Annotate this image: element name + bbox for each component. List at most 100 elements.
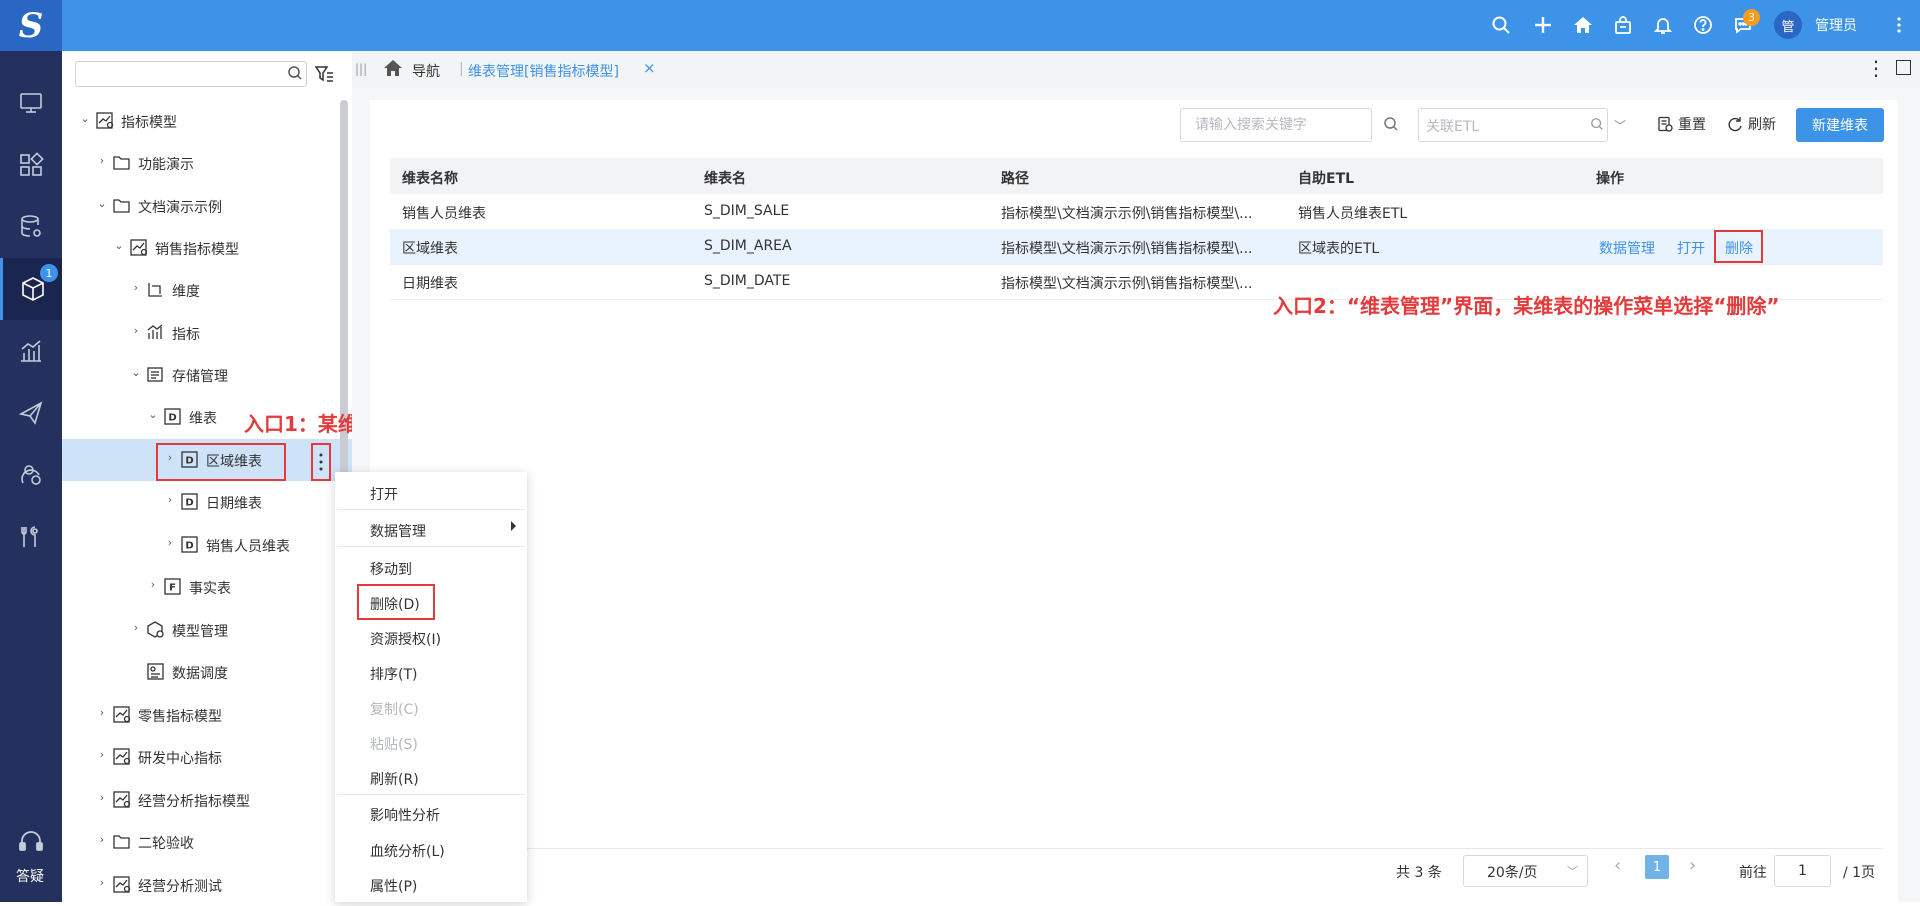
- search-icon[interactable]: [287, 65, 303, 81]
- headset-icon[interactable]: [17, 828, 45, 856]
- menu-item-open[interactable]: 打开: [370, 484, 398, 504]
- open-link[interactable]: 打开: [1677, 238, 1705, 258]
- tree-item[interactable]: ⌄ 存储管理: [62, 354, 352, 396]
- dimension-icon: [146, 280, 165, 299]
- folder-icon: [112, 153, 131, 172]
- database-icon[interactable]: [0, 196, 62, 258]
- refresh-button[interactable]: 刷新: [1727, 114, 1776, 134]
- tree-item[interactable]: › 模型管理: [62, 609, 352, 651]
- filter-icon[interactable]: [314, 64, 334, 84]
- menu-item-impact-analysis[interactable]: 影响性分析: [370, 805, 440, 825]
- tree-item-label: 维度: [172, 284, 200, 300]
- current-page[interactable]: 1: [1645, 855, 1669, 879]
- apps-icon[interactable]: [0, 134, 62, 196]
- chart-icon[interactable]: [0, 320, 62, 382]
- tree-item[interactable]: › 研发中心指标: [62, 736, 352, 778]
- storage-icon: [146, 365, 165, 384]
- plus-icon[interactable]: [1530, 12, 1556, 38]
- menu-item-refresh[interactable]: 刷新(R): [370, 769, 419, 789]
- more-icon[interactable]: [1886, 12, 1912, 38]
- tree-item[interactable]: ⌄ 文档演示示例: [62, 185, 352, 227]
- data-manage-link[interactable]: 数据管理: [1599, 238, 1655, 258]
- column-header: 自助ETL: [1298, 171, 1355, 187]
- send-icon[interactable]: [0, 382, 62, 444]
- new-dimension-table-button[interactable]: 新建维表: [1796, 108, 1884, 142]
- tab-nav[interactable]: 导航: [412, 61, 440, 81]
- tree-item[interactable]: › D 日期维表: [62, 481, 352, 523]
- chevron-right-icon[interactable]: ›: [96, 707, 108, 719]
- cell-table: S_DIM_DATE: [704, 273, 791, 289]
- search-input[interactable]: [1193, 116, 1347, 134]
- tree-item[interactable]: › 经营分析指标模型: [62, 779, 352, 821]
- tree-item[interactable]: ⌄ 销售指标模型: [62, 227, 352, 269]
- goto-page-input[interactable]: [1774, 855, 1831, 887]
- model-manage-icon: [146, 620, 165, 639]
- prev-page-icon[interactable]: ‹: [1614, 855, 1621, 876]
- chevron-right-icon[interactable]: ›: [164, 494, 176, 506]
- tree-item[interactable]: › 指标: [62, 312, 352, 354]
- chevron-down-icon[interactable]: ⌄: [147, 409, 159, 421]
- search-icon[interactable]: [1488, 12, 1514, 38]
- tree-item[interactable]: ⌄ 指标模型: [62, 100, 352, 142]
- menu-item-lineage-analysis[interactable]: 血统分析(L): [370, 841, 445, 861]
- menu-item-move[interactable]: 移动到: [370, 559, 412, 579]
- menu-item-authorize[interactable]: 资源授权(I): [370, 629, 441, 649]
- chevron-right-icon[interactable]: ›: [130, 622, 142, 634]
- search-icon[interactable]: [1383, 116, 1399, 132]
- menu-item-copy: 复制(C): [370, 702, 419, 718]
- more-vertical-icon[interactable]: ⋮: [1866, 56, 1886, 80]
- tree-item[interactable]: 数据调度: [62, 651, 352, 693]
- tree-item[interactable]: › 二轮验收: [62, 821, 352, 863]
- app-logo[interactable]: S: [0, 0, 62, 51]
- tab-dimension-table-manage[interactable]: 维表管理[销售指标模型]: [468, 61, 619, 81]
- chevron-right-icon[interactable]: ›: [130, 325, 142, 337]
- tree-item[interactable]: › 经营分析测试: [62, 864, 352, 906]
- tab-close-icon[interactable]: ×: [643, 59, 656, 77]
- monitor-icon[interactable]: [0, 72, 62, 134]
- username[interactable]: 管理员: [1815, 15, 1857, 35]
- settings-icon[interactable]: [0, 444, 62, 506]
- chevron-right-icon[interactable]: ›: [96, 792, 108, 804]
- tree-item[interactable]: › 维度: [62, 269, 352, 311]
- fact-table-icon: F: [163, 577, 182, 596]
- chevron-right-icon[interactable]: ›: [96, 877, 108, 889]
- menu-item-sort[interactable]: 排序(T): [370, 664, 417, 684]
- help-icon[interactable]: [1690, 12, 1716, 38]
- menu-item-data-manage[interactable]: 数据管理: [370, 521, 426, 541]
- chevron-right-icon[interactable]: ›: [164, 537, 176, 549]
- menu-item-properties[interactable]: 属性(P): [370, 876, 417, 896]
- tree-search-input[interactable]: [75, 61, 307, 87]
- chevron-right-icon[interactable]: ›: [147, 579, 159, 591]
- cell-etl: 销售人员维表ETL: [1298, 206, 1408, 222]
- reset-button[interactable]: 重置: [1657, 114, 1706, 134]
- chevron-right-icon[interactable]: ›: [96, 155, 108, 167]
- tree-item[interactable]: › F 事实表: [62, 566, 352, 608]
- chevron-down-icon[interactable]: ⌄: [130, 367, 142, 379]
- tools-icon[interactable]: [0, 506, 62, 568]
- home-icon[interactable]: [383, 58, 403, 78]
- bell-icon[interactable]: [1650, 12, 1676, 38]
- chevron-down-icon[interactable]: ⌄: [96, 198, 108, 210]
- table-row[interactable]: 销售人员维表 S_DIM_SALE 指标模型\文档演示示例\销售指标模型\...…: [390, 194, 1883, 230]
- chevron-right-icon[interactable]: ›: [96, 749, 108, 761]
- help-label[interactable]: 答疑: [16, 866, 44, 886]
- tree-item[interactable]: › 零售指标模型: [62, 694, 352, 736]
- tab-handle-icon[interactable]: |||: [355, 62, 367, 76]
- table-row[interactable]: 区域维表 S_DIM_AREA 指标模型\文档演示示例\销售指标模型\... 区…: [390, 229, 1883, 265]
- tree-item[interactable]: › D 销售人员维表: [62, 524, 352, 566]
- home-icon[interactable]: [1570, 12, 1596, 38]
- chevron-down-icon[interactable]: ⌄: [79, 113, 91, 125]
- maximize-icon[interactable]: [1896, 60, 1911, 75]
- next-page-icon[interactable]: ›: [1689, 855, 1696, 876]
- model-icon: [129, 238, 148, 257]
- chevron-right-icon[interactable]: ›: [96, 834, 108, 846]
- cell-path: 指标模型\文档演示示例\销售指标模型\...: [1001, 276, 1253, 292]
- model-icon: [112, 705, 131, 724]
- more-vertical-icon[interactable]: [318, 449, 324, 475]
- chevron-down-icon[interactable]: ⌄: [113, 240, 125, 252]
- tree-item[interactable]: › 功能演示: [62, 142, 352, 184]
- chevron-right-icon[interactable]: ›: [130, 282, 142, 294]
- search-field[interactable]: [1180, 108, 1372, 142]
- avatar[interactable]: 管: [1774, 11, 1802, 39]
- bag-icon[interactable]: [1610, 12, 1636, 38]
